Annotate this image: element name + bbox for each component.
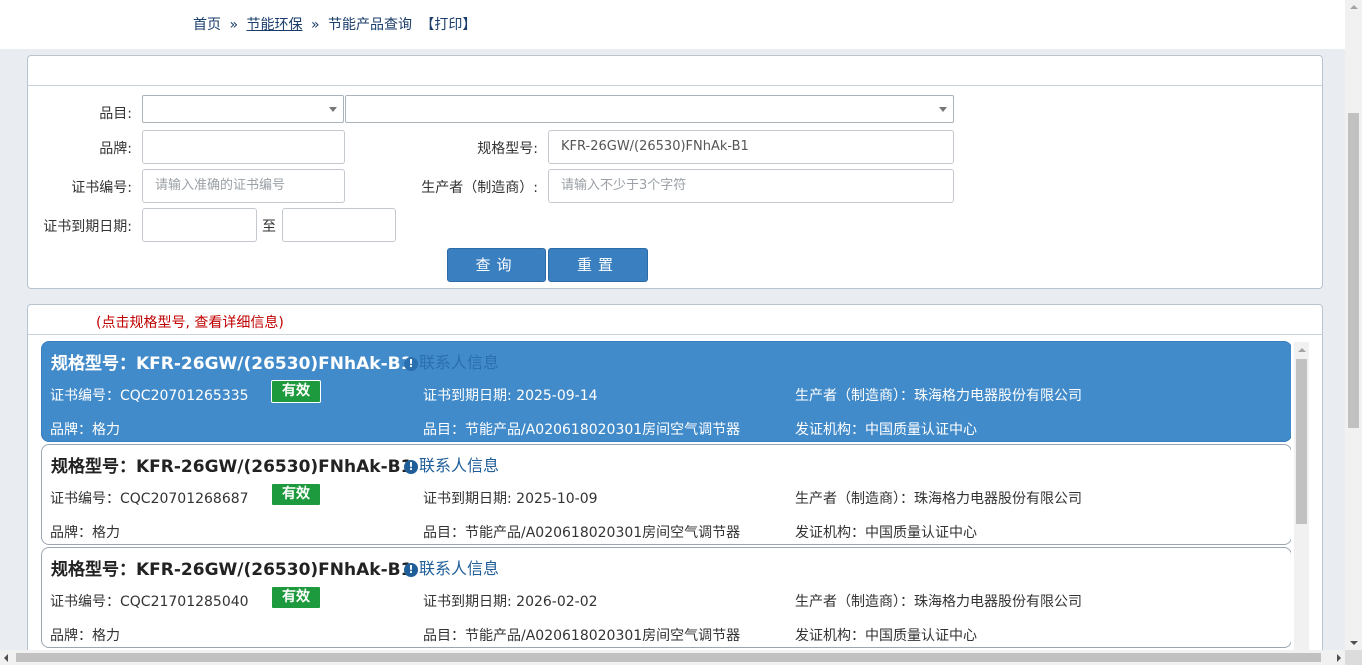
item-category: 品目：节能产品/A020618020301房间空气调节器 [423,628,741,644]
item-manufacturer: 生产者（制造商）：珠海格力电器股份有限公司 [795,491,1082,507]
list-hint: (点击规格型号, 查看详细信息) [96,315,284,331]
breadcrumb: 首页 » 节能环保 » 节能产品查询 【打印】 [193,14,476,34]
contact-link[interactable]: ! 联系人信息 [404,555,499,579]
cert-no-label: 证书编号: [71,180,132,196]
page-vertical-scrollbar[interactable] [1345,0,1362,650]
contact-label: 联系人信息 [419,559,500,578]
item-issuer: 发证机构：中国质量认证中心 [795,525,977,541]
item-expiry: 证书到期日期: 2025-09-14 [423,388,598,404]
top-bar: 首页 » 节能环保 » 节能产品查询 【打印】 [0,0,1345,49]
item-expiry: 证书到期日期: 2025-10-09 [423,491,598,507]
cert-no-input[interactable]: 请输入准确的证书编号 [142,169,345,203]
chevron-down-icon [939,107,947,112]
list-panel-title: 清单 [28,305,98,334]
breadcrumb-home[interactable]: 首页 [193,17,221,33]
breadcrumb-current: 节能产品查询 [327,17,412,33]
manufacturer-input[interactable]: 请输入不少于3个字符 [548,169,954,203]
search-button[interactable]: 查询 [447,248,546,282]
page-hscrollbar-thumb[interactable] [16,653,1321,662]
info-circle-icon: ! [404,357,418,371]
info-circle-icon: ! [404,563,418,577]
query-panel-header: 查询条件 [28,56,1322,86]
item-category: 品目：节能产品/A020618020301房间空气调节器 [423,422,741,438]
item-model-link[interactable]: 规格型号：KFR-26GW/(26530)FNhAk-B1 [51,555,412,580]
scroll-down-icon[interactable] [1350,641,1358,645]
item-model-link[interactable]: 规格型号：KFR-26GW/(26530)FNhAk-B1 [51,349,412,374]
reset-button[interactable]: 重置 [548,248,648,282]
item-category: 品目：节能产品/A020618020301房间空气调节器 [423,525,741,541]
scrollbar-corner [1345,650,1362,665]
item-manufacturer: 生产者（制造商）：珠海格力电器股份有限公司 [795,388,1082,404]
scroll-up-icon[interactable] [1350,5,1358,9]
scroll-right-icon[interactable] [1337,654,1341,662]
item-expiry: 证书到期日期: 2026-02-02 [423,594,598,610]
query-panel-title: 查询条件 [28,56,125,85]
result-list: 规格型号：KFR-26GW/(26530)FNhAk-B1 ! 联系人信息 证书编… [41,341,1291,661]
list-scrollbar[interactable] [1294,342,1309,662]
item-cert-no: 证书编号：CQC21701285040 [50,594,249,610]
item-model-link[interactable]: 规格型号：KFR-26GW/(26530)FNhAk-B1 [51,452,412,477]
brand-input[interactable] [142,130,345,164]
result-item[interactable]: 规格型号：KFR-26GW/(26530)FNhAk-B1 ! 联系人信息 证书编… [41,547,1291,648]
manufacturer-label: 生产者（制造商）: [421,180,538,196]
expiry-label: 证书到期日期: [43,219,132,235]
item-brand: 品牌：格力 [50,628,120,644]
info-circle-icon: ! [404,460,418,474]
result-item[interactable]: 规格型号：KFR-26GW/(26530)FNhAk-B1 ! 联系人信息 证书编… [41,341,1291,442]
category-label: 品目: [99,106,132,122]
contact-link[interactable]: ! 联系人信息 [404,452,499,476]
expiry-end-input[interactable] [282,208,396,242]
breadcrumb-separator: » [310,17,320,33]
list-panel: 清单 (点击规格型号, 查看详细信息) 规格型号：KFR-26GW/(26530… [27,304,1323,664]
model-label: 规格型号: [477,141,538,157]
contact-label: 联系人信息 [419,353,500,372]
print-link[interactable]: 【打印】 [420,17,476,33]
scroll-up-icon[interactable] [1298,348,1306,352]
scroll-left-icon[interactable] [4,654,8,662]
page-scrollbar-thumb[interactable] [1348,113,1359,428]
category-select-secondary[interactable] [345,95,954,123]
chevron-down-icon [329,107,337,112]
item-brand: 品牌：格力 [50,422,120,438]
category-select-primary[interactable] [142,95,344,123]
item-cert-no: 证书编号：CQC20701268687 [50,491,249,507]
status-badge: 有效 [271,380,321,403]
expiry-start-input[interactable] [142,208,257,242]
breadcrumb-section-link[interactable]: 节能环保 [246,17,302,33]
item-manufacturer: 生产者（制造商）：珠海格力电器股份有限公司 [795,594,1082,610]
model-input[interactable]: KFR-26GW/(26530)FNhAk-B1 [548,130,954,164]
query-panel: 查询条件 品目: 品牌: 规格型号: KFR-26GW/(26530)FNhAk… [27,55,1323,289]
item-issuer: 发证机构：中国质量认证中心 [795,422,977,438]
date-range-separator: 至 [262,219,276,235]
status-badge: 有效 [271,483,321,506]
contact-label: 联系人信息 [419,456,500,475]
brand-label: 品牌: [99,141,132,157]
breadcrumb-separator: » [229,17,239,33]
page-horizontal-scrollbar[interactable] [0,650,1345,665]
list-panel-header: 清单 (点击规格型号, 查看详细信息) [28,305,1322,335]
item-brand: 品牌：格力 [50,525,120,541]
item-cert-no: 证书编号：CQC20701265335 [50,388,249,404]
status-badge: 有效 [271,586,321,609]
item-issuer: 发证机构：中国质量认证中心 [795,628,977,644]
list-scrollbar-thumb[interactable] [1296,359,1307,524]
contact-link[interactable]: ! 联系人信息 [404,349,499,373]
result-item[interactable]: 规格型号：KFR-26GW/(26530)FNhAk-B1 ! 联系人信息 证书编… [41,444,1291,545]
